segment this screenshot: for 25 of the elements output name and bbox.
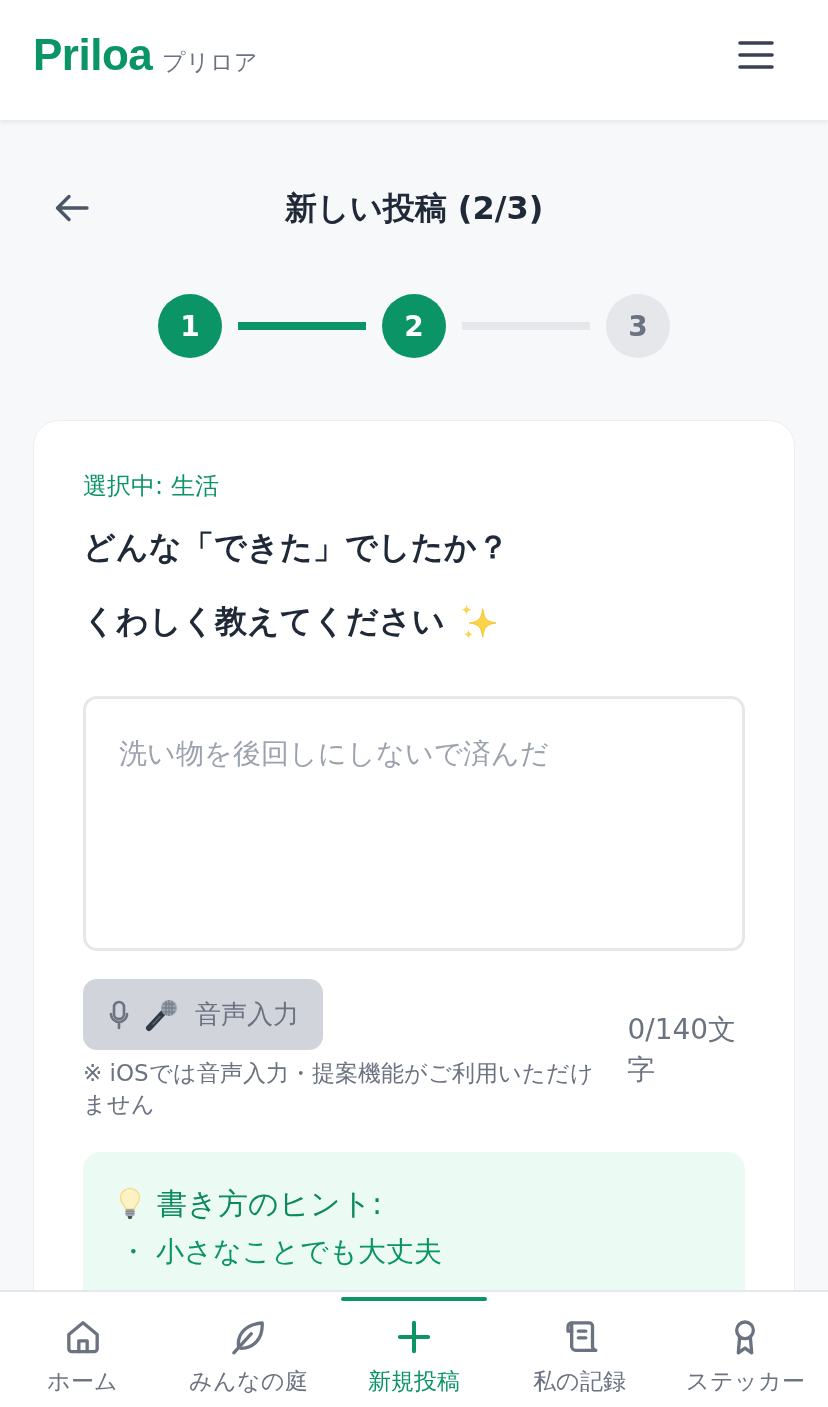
page-title: 新しい投稿 (2/3)	[284, 188, 544, 229]
step-circle: 2	[382, 294, 446, 358]
question-heading: どんな「できた」でしたか？	[83, 527, 509, 568]
nav-tab[interactable]: 私の記録	[496, 1292, 663, 1407]
logo-subtitle: プリロア	[162, 51, 259, 74]
nav-tab[interactable]: 新規投稿	[331, 1292, 497, 1407]
microphone-icon	[109, 999, 129, 1030]
step-circle: 3	[606, 294, 670, 358]
light-bulb-icon	[119, 1187, 141, 1221]
back-arrow-icon[interactable]	[55, 194, 89, 222]
nav-tab[interactable]: ホーム	[0, 1292, 166, 1407]
hint-title: 書き方のヒント:	[157, 1185, 383, 1223]
handheld-microphone-icon	[145, 997, 179, 1032]
character-counter: 0/140文字	[627, 1011, 738, 1088]
selected-category: 選択中: 生活	[83, 471, 220, 502]
step-circle: 1	[158, 294, 222, 358]
voice-input-note: ※ iOSでは音声入力・提案機能がご利用いただけません	[83, 1059, 595, 1119]
question-heading: くわしく教えてください	[83, 601, 445, 642]
menu-icon[interactable]	[738, 41, 774, 69]
nav-tab[interactable]: ステッカー	[662, 1292, 828, 1407]
nav-tab[interactable]: みんなの庭	[165, 1292, 332, 1407]
sparkle-icon	[459, 603, 497, 641]
hint-item: ・ 小さなことでも大丈夫	[119, 1234, 443, 1270]
description-field[interactable]: 洗い物を後回しにしないで済んだ	[83, 696, 745, 951]
app-logo[interactable]: Priloa	[33, 33, 153, 77]
